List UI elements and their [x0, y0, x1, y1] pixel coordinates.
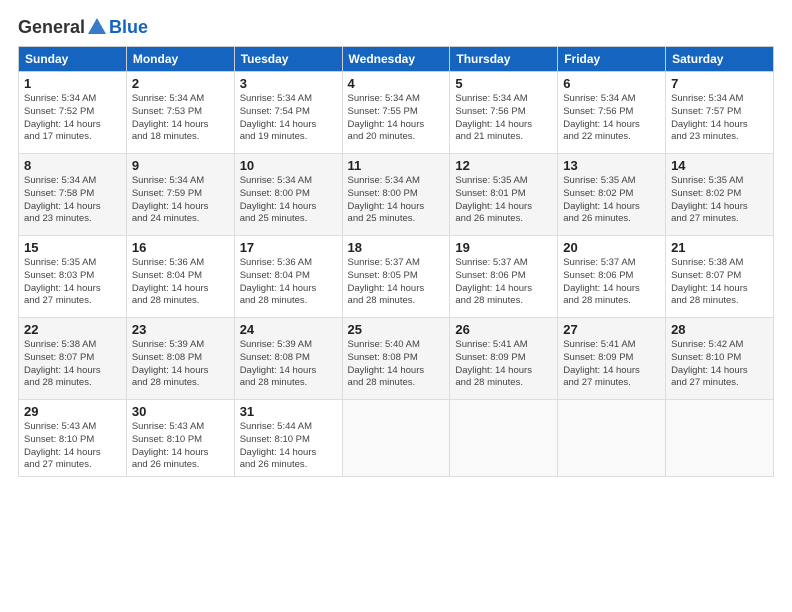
calendar-cell-4: 4Sunrise: 5:34 AM Sunset: 7:55 PM Daylig…	[342, 72, 450, 154]
logo: General Blue	[18, 16, 148, 38]
calendar-cell-31: 31Sunrise: 5:44 AM Sunset: 8:10 PM Dayli…	[234, 400, 342, 477]
calendar-cell-5: 5Sunrise: 5:34 AM Sunset: 7:56 PM Daylig…	[450, 72, 558, 154]
calendar-cell-empty-4-3	[342, 400, 450, 477]
calendar-cell-empty-4-6	[666, 400, 774, 477]
calendar-cell-17: 17Sunrise: 5:36 AM Sunset: 8:04 PM Dayli…	[234, 236, 342, 318]
calendar-cell-30: 30Sunrise: 5:43 AM Sunset: 8:10 PM Dayli…	[126, 400, 234, 477]
calendar-cell-29: 29Sunrise: 5:43 AM Sunset: 8:10 PM Dayli…	[19, 400, 127, 477]
calendar-cell-6: 6Sunrise: 5:34 AM Sunset: 7:56 PM Daylig…	[558, 72, 666, 154]
calendar-week-2: 8Sunrise: 5:34 AM Sunset: 7:58 PM Daylig…	[19, 154, 774, 236]
calendar: SundayMondayTuesdayWednesdayThursdayFrid…	[18, 46, 774, 477]
calendar-cell-11: 11Sunrise: 5:34 AM Sunset: 8:00 PM Dayli…	[342, 154, 450, 236]
calendar-cell-16: 16Sunrise: 5:36 AM Sunset: 8:04 PM Dayli…	[126, 236, 234, 318]
calendar-cell-2: 2Sunrise: 5:34 AM Sunset: 7:53 PM Daylig…	[126, 72, 234, 154]
calendar-header-tuesday: Tuesday	[234, 47, 342, 72]
calendar-cell-9: 9Sunrise: 5:34 AM Sunset: 7:59 PM Daylig…	[126, 154, 234, 236]
calendar-week-5: 29Sunrise: 5:43 AM Sunset: 8:10 PM Dayli…	[19, 400, 774, 477]
calendar-cell-23: 23Sunrise: 5:39 AM Sunset: 8:08 PM Dayli…	[126, 318, 234, 400]
calendar-cell-21: 21Sunrise: 5:38 AM Sunset: 8:07 PM Dayli…	[666, 236, 774, 318]
calendar-header-sunday: Sunday	[19, 47, 127, 72]
calendar-cell-12: 12Sunrise: 5:35 AM Sunset: 8:01 PM Dayli…	[450, 154, 558, 236]
calendar-header-monday: Monday	[126, 47, 234, 72]
logo-blue: Blue	[109, 17, 148, 38]
calendar-cell-18: 18Sunrise: 5:37 AM Sunset: 8:05 PM Dayli…	[342, 236, 450, 318]
calendar-cell-27: 27Sunrise: 5:41 AM Sunset: 8:09 PM Dayli…	[558, 318, 666, 400]
calendar-cell-25: 25Sunrise: 5:40 AM Sunset: 8:08 PM Dayli…	[342, 318, 450, 400]
logo-icon	[86, 16, 108, 38]
calendar-cell-1: 1Sunrise: 5:34 AM Sunset: 7:52 PM Daylig…	[19, 72, 127, 154]
header: General Blue	[18, 16, 774, 38]
calendar-cell-15: 15Sunrise: 5:35 AM Sunset: 8:03 PM Dayli…	[19, 236, 127, 318]
calendar-header-saturday: Saturday	[666, 47, 774, 72]
calendar-cell-24: 24Sunrise: 5:39 AM Sunset: 8:08 PM Dayli…	[234, 318, 342, 400]
calendar-header-thursday: Thursday	[450, 47, 558, 72]
calendar-cell-20: 20Sunrise: 5:37 AM Sunset: 8:06 PM Dayli…	[558, 236, 666, 318]
calendar-cell-10: 10Sunrise: 5:34 AM Sunset: 8:00 PM Dayli…	[234, 154, 342, 236]
logo-text: General Blue	[18, 16, 148, 38]
calendar-cell-3: 3Sunrise: 5:34 AM Sunset: 7:54 PM Daylig…	[234, 72, 342, 154]
calendar-header-wednesday: Wednesday	[342, 47, 450, 72]
calendar-header-row: SundayMondayTuesdayWednesdayThursdayFrid…	[19, 47, 774, 72]
calendar-cell-7: 7Sunrise: 5:34 AM Sunset: 7:57 PM Daylig…	[666, 72, 774, 154]
calendar-cell-empty-4-4	[450, 400, 558, 477]
calendar-week-3: 15Sunrise: 5:35 AM Sunset: 8:03 PM Dayli…	[19, 236, 774, 318]
page: General Blue SundayMondayTuesdayWednesda…	[0, 0, 792, 612]
logo-general: General	[18, 17, 85, 38]
calendar-cell-22: 22Sunrise: 5:38 AM Sunset: 8:07 PM Dayli…	[19, 318, 127, 400]
calendar-cell-19: 19Sunrise: 5:37 AM Sunset: 8:06 PM Dayli…	[450, 236, 558, 318]
calendar-cell-14: 14Sunrise: 5:35 AM Sunset: 8:02 PM Dayli…	[666, 154, 774, 236]
calendar-cell-empty-4-5	[558, 400, 666, 477]
calendar-cell-8: 8Sunrise: 5:34 AM Sunset: 7:58 PM Daylig…	[19, 154, 127, 236]
calendar-week-1: 1Sunrise: 5:34 AM Sunset: 7:52 PM Daylig…	[19, 72, 774, 154]
calendar-cell-28: 28Sunrise: 5:42 AM Sunset: 8:10 PM Dayli…	[666, 318, 774, 400]
calendar-header-friday: Friday	[558, 47, 666, 72]
calendar-week-4: 22Sunrise: 5:38 AM Sunset: 8:07 PM Dayli…	[19, 318, 774, 400]
calendar-cell-26: 26Sunrise: 5:41 AM Sunset: 8:09 PM Dayli…	[450, 318, 558, 400]
calendar-cell-13: 13Sunrise: 5:35 AM Sunset: 8:02 PM Dayli…	[558, 154, 666, 236]
